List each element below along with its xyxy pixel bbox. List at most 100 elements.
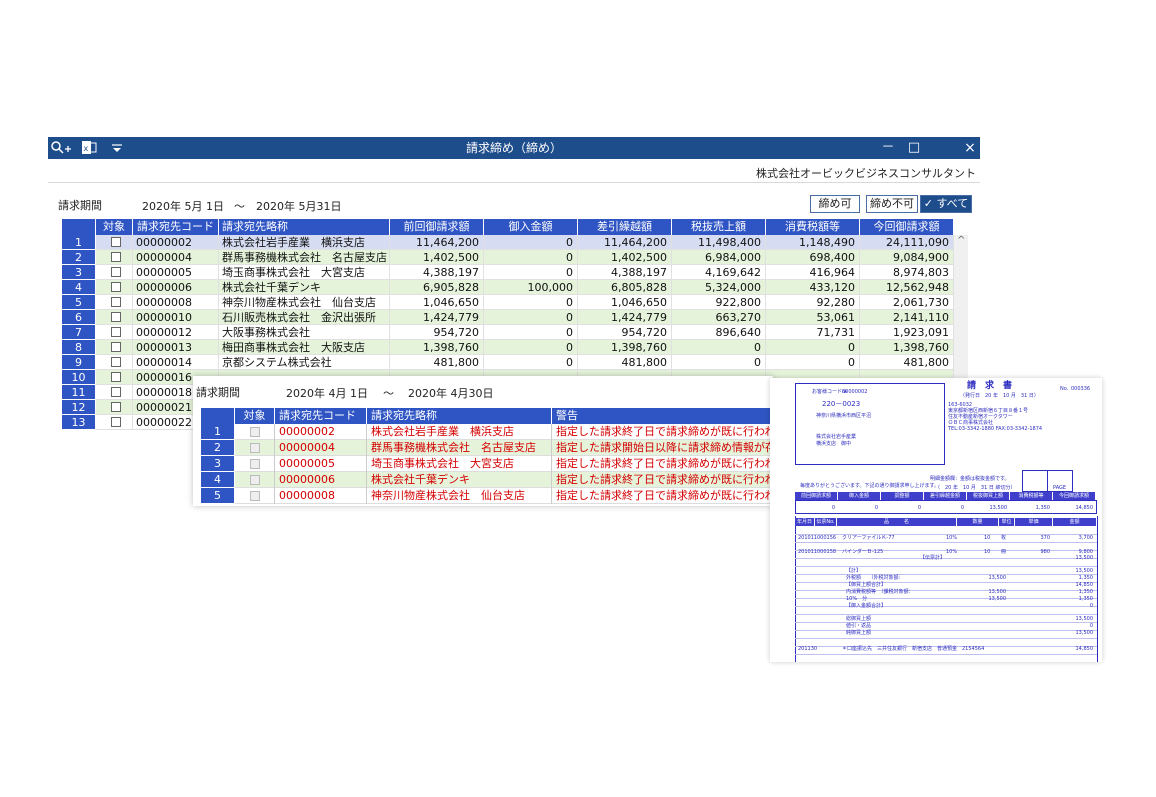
grid-header[interactable]: 消費税額等 xyxy=(766,219,860,235)
select-checkbox[interactable] xyxy=(111,282,121,292)
name-cell: 神奈川物産株式会社 仙台支店 xyxy=(367,488,552,504)
grid-header[interactable]: 請求宛先略称 xyxy=(219,219,390,235)
select-cell[interactable] xyxy=(96,355,133,370)
table-row[interactable]: 2 00000004 群馬事務機株式会社 名古屋支店 1,402,500 0 1,402,… xyxy=(62,250,954,265)
table-row[interactable]: 4 00000006 株式会社千葉デンキ 6,905,828 100,000 6,805,… xyxy=(62,280,954,295)
summary-line-amount: 0 xyxy=(1089,603,1093,609)
table-row[interactable]: 7 00000012 大阪事務株式会社 954,720 0 954,720 896,640 7… xyxy=(62,325,954,340)
summary-line-label: 内消費税額等 （課税対象額： xyxy=(846,589,914,595)
select-cell[interactable] xyxy=(96,250,133,265)
grid-header[interactable]: 税抜売上額 xyxy=(672,219,766,235)
page-label: PAGE xyxy=(1053,485,1067,491)
table-row[interactable]: 6 00000010 石川販売株式会社 金沢出張所 1,424,779 0 1,424,7… xyxy=(62,310,954,325)
warning-row[interactable]: 3 00000005 埼玉商事株式会社 大宮支店 指定した請求終了日で請求締めが既に行… xyxy=(201,456,773,472)
summary-line-amount: 0 xyxy=(1089,623,1093,629)
select-cell[interactable] xyxy=(96,280,133,295)
select-checkbox[interactable] xyxy=(111,297,121,307)
amount-cell: 2,141,110 xyxy=(860,310,954,325)
scroll-up-icon[interactable]: ^ xyxy=(957,235,965,246)
select-cell[interactable] xyxy=(96,370,133,385)
detail-qty: 10 xyxy=(984,549,991,555)
select-checkbox[interactable] xyxy=(111,267,121,277)
summary-header-cell: 税抜御買上額 xyxy=(967,492,1010,500)
grid-header[interactable]: 対象 xyxy=(96,219,133,235)
detail-rule xyxy=(795,638,1097,639)
amount-cell: 1,046,650 xyxy=(390,295,484,310)
amount-cell: 8,974,803 xyxy=(860,265,954,280)
window-title: 請求締め（締め） xyxy=(465,141,562,155)
detail-header-cell: 数量 xyxy=(957,518,999,526)
detail-header-cell: 品 名 xyxy=(837,518,957,526)
select-cell[interactable] xyxy=(96,310,133,325)
code-cell: 00000005 xyxy=(133,265,219,280)
warning-row[interactable]: 5 00000008 神奈川物産株式会社 仙台支店 指定した請求終了日で請求締めが既に… xyxy=(201,488,773,504)
warn-header[interactable]: 対象 xyxy=(235,408,275,424)
amount-cell: 1,398,760 xyxy=(860,340,954,355)
amount-cell: 481,800 xyxy=(578,355,672,370)
warn-header[interactable]: 請求宛先略称 xyxy=(367,408,552,424)
table-row[interactable]: 1 00000002 株式会社岩手産業 横浜支店 11,464,200 0 11,464,… xyxy=(62,235,954,250)
select-checkbox[interactable] xyxy=(111,387,121,397)
select-cell[interactable] xyxy=(96,385,133,400)
select-checkbox[interactable] xyxy=(111,327,121,337)
disabled-checkbox xyxy=(250,427,260,437)
select-checkbox[interactable] xyxy=(111,237,121,247)
warn-header[interactable]: 警告 xyxy=(552,408,773,424)
select-cell[interactable] xyxy=(96,295,133,310)
minimize-icon[interactable]: － xyxy=(880,140,896,156)
warn-header[interactable]: 請求宛先コード xyxy=(275,408,367,424)
grid-header[interactable]: 今回御請求額 xyxy=(860,219,954,235)
select-cell[interactable] xyxy=(96,415,133,430)
filter-not-closable-button[interactable]: 締め不可 xyxy=(866,195,918,213)
grid-corner xyxy=(62,219,96,235)
close-icon[interactable]: × xyxy=(962,140,978,156)
filter-all-button[interactable]: ✓ すべて xyxy=(920,195,972,213)
code-cell: 00000004 xyxy=(133,250,219,265)
period-to[interactable]: 2020年 5月31日 xyxy=(256,198,342,214)
grid-header[interactable]: 請求宛先コード xyxy=(133,219,219,235)
filter-closable-button[interactable]: 締め可 xyxy=(810,195,860,213)
select-checkbox[interactable] xyxy=(111,342,121,352)
table-row[interactable]: 9 00000014 京都システム株式会社 481,800 0 481,800 0 0 481,… xyxy=(62,355,954,370)
table-row[interactable]: 5 00000008 神奈川物産株式会社 仙台支店 1,046,650 0 1,046,6… xyxy=(62,295,954,310)
select-cell[interactable] xyxy=(96,325,133,340)
detail-price: 370 xyxy=(1040,535,1050,541)
table-row[interactable]: 8 00000013 梅田商事株式会社 大阪支店 1,398,760 0 1,398,76… xyxy=(62,340,954,355)
sender-line: TEL:03-3342-1880 FAX:03-3342-1874 xyxy=(948,426,1043,432)
select-cell xyxy=(235,488,275,504)
detail-slip: 000156 xyxy=(817,535,837,541)
select-checkbox[interactable] xyxy=(111,402,121,412)
warning-row[interactable]: 1 00000002 株式会社岩手産業 横浜支店 指定した請求終了日で請求締めが既に行… xyxy=(201,424,773,440)
grid-header[interactable]: 差引繰越額 xyxy=(578,219,672,235)
select-checkbox[interactable] xyxy=(111,372,121,382)
amount-cell: 6,905,828 xyxy=(390,280,484,295)
warning-row[interactable]: 4 00000006 株式会社千葉デンキ 指定した請求終了日で請求締めが既に行われ xyxy=(201,472,773,488)
amount-cell: 53,061 xyxy=(766,310,860,325)
select-checkbox[interactable] xyxy=(111,357,121,367)
period-from[interactable]: 2020年 5月 1日 xyxy=(142,198,224,214)
summary-header-cell: 消費税額等 xyxy=(1010,492,1053,500)
select-checkbox[interactable] xyxy=(111,417,121,427)
amount-cell: 0 xyxy=(484,295,578,310)
warning-row[interactable]: 2 00000004 群馬事務機株式会社 名古屋支店 指定した請求開始日以降に請求締め… xyxy=(201,440,773,456)
select-checkbox[interactable] xyxy=(111,312,121,322)
maximize-icon[interactable]: □ xyxy=(906,140,922,156)
code-cell: 00000005 xyxy=(275,456,367,472)
select-checkbox[interactable] xyxy=(111,252,121,262)
amount-cell: 4,388,197 xyxy=(390,265,484,280)
period-label: 請求期間 xyxy=(58,199,102,212)
amount-cell: 11,464,200 xyxy=(578,235,672,250)
select-cell[interactable] xyxy=(96,235,133,250)
title-bar: x 請求締め（締め） － □ × xyxy=(48,137,980,159)
amount-cell: 1,402,500 xyxy=(390,250,484,265)
amount-cell: 896,640 xyxy=(672,325,766,340)
select-cell[interactable] xyxy=(96,340,133,355)
grid-header[interactable]: 御入金額 xyxy=(484,219,578,235)
summary-line-label: 純御買上額 xyxy=(846,630,872,636)
select-cell[interactable] xyxy=(96,265,133,280)
table-row[interactable]: 3 00000005 埼玉商事株式会社 大宮支店 4,388,197 0 4,388,19… xyxy=(62,265,954,280)
detail-rule xyxy=(795,598,1097,599)
grid-header[interactable]: 前回御請求額 xyxy=(390,219,484,235)
select-cell[interactable] xyxy=(96,400,133,415)
amount-cell: 9,084,900 xyxy=(860,250,954,265)
